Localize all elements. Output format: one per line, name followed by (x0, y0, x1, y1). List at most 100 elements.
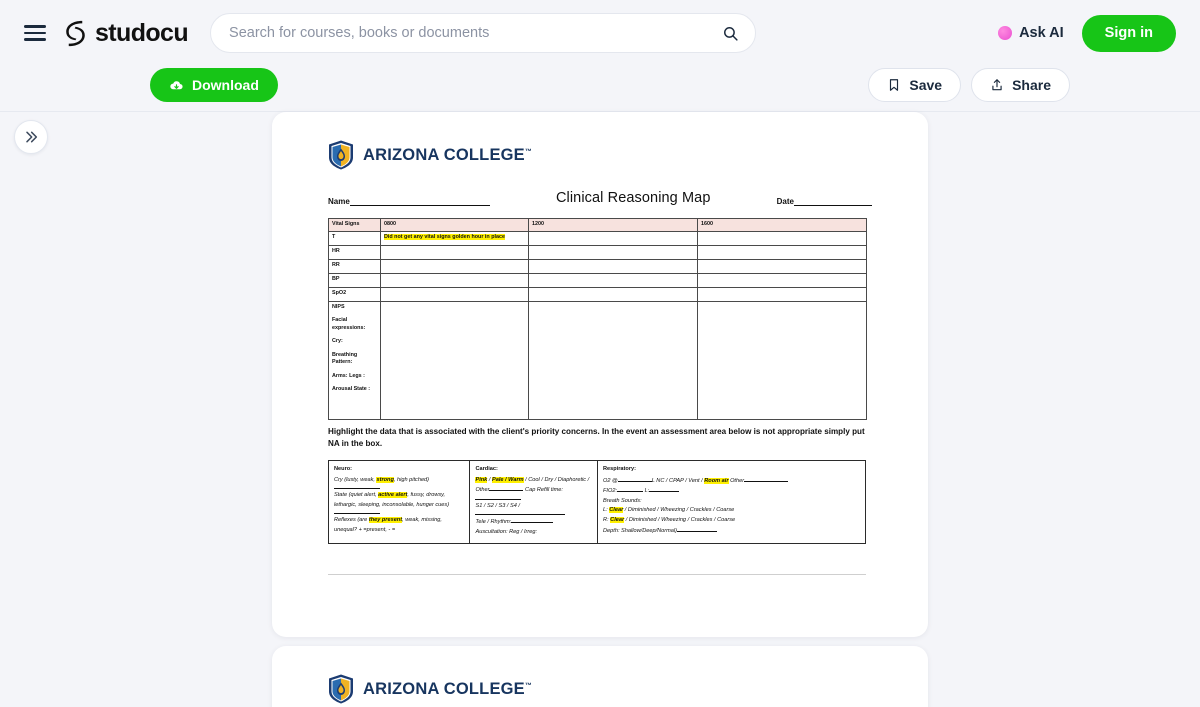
search-bar[interactable] (210, 13, 757, 53)
respiratory-room-air-highlight: Room air (704, 477, 729, 484)
ask-ai-button[interactable]: Ask AI (998, 25, 1064, 41)
save-label: Save (909, 77, 943, 93)
neuro-box: Neuro: Cry (lusty, weak, strong, high pi… (329, 460, 471, 543)
cardiac-hl-pink: Pink (475, 476, 488, 483)
studocu-logo[interactable]: studocu (62, 18, 189, 48)
name-label: Name (328, 197, 350, 206)
cardiac-other-line: Other Cap Refill time: (475, 487, 563, 494)
assessment-boxes: Neuro: Cry (lusty, weak, strong, high pi… (328, 459, 866, 544)
row-label-t: T (328, 230, 381, 246)
respiratory-left-line: L: Clear / Diminished / Wheezing / Crack… (603, 507, 735, 514)
respiratory-box: Respiratory: O2 @ L NC / CPAP / Vent / Ro… (598, 461, 865, 543)
instruction-line-1: Highlight the data that is associated wi… (328, 426, 752, 436)
hamburger-menu-icon[interactable] (24, 25, 46, 41)
cardiac-rule-2 (475, 514, 566, 516)
row-rr-1200 (528, 258, 698, 274)
shield-flame-icon (329, 674, 353, 704)
document-page-3[interactable]: ARIZONA COLLEGE™ (272, 646, 928, 707)
respiratory-fio2-line: FIO2: L: (603, 486, 860, 497)
header-actions: Ask AI Sign in (998, 14, 1176, 52)
brand-name: studocu (95, 18, 189, 47)
cardiac-perfusion-line: Pink / Pale / Warm / Cool / Dry / Diapho… (475, 476, 590, 483)
respiratory-right-highlight: Clear (610, 516, 625, 523)
neuro-cry-line: Cry (lusty, weak, strong, high pitched) (334, 476, 430, 483)
arizona-college-wordmark: ARIZONA COLLEGE™ (363, 145, 533, 164)
date-blank-line (793, 197, 872, 206)
respiratory-title: Respiratory: (603, 465, 636, 472)
respiratory-depth-line: Depth: Shallow/Deep/Normal) (603, 526, 860, 537)
row-t-1600 (697, 230, 867, 246)
neuro-state-highlight: active alert (378, 492, 408, 499)
nips-line-5: Arousal State : (332, 386, 371, 393)
table-row: T Did not get any vital signs golden hou… (328, 230, 867, 246)
page-content: ARIZONA COLLEGE™ Name Clinical Reasoning… (272, 112, 928, 575)
save-share-group: Save Share (868, 68, 1070, 102)
row-bp-1200 (528, 272, 698, 288)
respiratory-left-highlight: Clear (609, 507, 624, 514)
row-t-0800: Did not get any vital signs golden hour … (380, 230, 529, 246)
respiratory-breath-sounds-label: Breath Sounds: (603, 497, 642, 504)
row-label-bp: BP (328, 272, 381, 288)
cardiac-rule-1 (475, 498, 522, 500)
row-t-1200 (528, 230, 698, 246)
col-header-0800: 0800 (380, 218, 529, 232)
arizona-college-logo-next: ARIZONA COLLEGE™ (328, 674, 872, 704)
neuro-title: Neuro: (334, 465, 353, 472)
row-bp-0800 (380, 272, 529, 288)
nips-1200 (528, 300, 698, 420)
bookmark-icon (890, 79, 899, 91)
document-page-2[interactable]: ARIZONA COLLEGE™ Name Clinical Reasoning… (272, 112, 928, 637)
col-header-1600: 1600 (697, 218, 867, 232)
col-header-1200: 1200 (528, 218, 698, 232)
share-button[interactable]: Share (971, 68, 1070, 102)
row-rr-0800 (380, 258, 529, 274)
neuro-rule-1 (334, 488, 380, 490)
nips-0800 (380, 300, 529, 420)
search-icon[interactable] (722, 25, 739, 42)
cardiac-hl-pale-warm: Pale / Warm (491, 476, 524, 483)
col-header-vital-signs: Vital Signs (328, 218, 381, 232)
neuro-reflex-line: Reflexes (are they present, weak, missin… (334, 517, 442, 533)
download-button-label: Download (192, 77, 259, 93)
neuro-reflex-highlight: they present (368, 517, 403, 524)
shield-flame-icon (329, 140, 353, 170)
search-input[interactable] (229, 25, 715, 41)
date-label: Date (776, 197, 794, 206)
ask-ai-label: Ask AI (1019, 25, 1064, 41)
vital-signs-table: Vital Signs 0800 1200 1600 T Did not get… (328, 218, 867, 420)
share-upload-icon (992, 79, 1002, 91)
nips-line-1: Facial expressions: (332, 317, 366, 331)
arizona-college-wordmark-next: ARIZONA COLLEGE™ (363, 679, 533, 698)
cardiac-tele-line: Tele / Rhythm: (475, 517, 592, 528)
nips-line-2: Cry: (332, 338, 343, 345)
share-label: Share (1012, 77, 1051, 93)
nips-label-cell: NIPS Facial expressions: Cry: Breathing … (328, 300, 381, 420)
respiratory-o2-line: O2 @ L NC / CPAP / Vent / Room air Other (603, 476, 860, 487)
row-spo2-0800 (380, 286, 529, 302)
table-row: HR (328, 244, 867, 260)
page-content-next: ARIZONA COLLEGE™ (272, 646, 928, 704)
row-label-hr: HR (328, 244, 381, 260)
table-row: SpO2 (328, 286, 867, 302)
neuro-rule-2 (334, 513, 380, 515)
cardiac-title: Cardiac: (475, 465, 498, 472)
cardiac-box: Cardiac: Pink / Pale / Warm / Cool / Dry… (470, 460, 599, 543)
expand-sidebar-button[interactable] (14, 120, 48, 154)
nips-line-3: Breathing Pattern: (332, 351, 358, 366)
download-button[interactable]: Download (150, 68, 278, 102)
neuro-cry-highlight: strong (376, 476, 394, 483)
arizona-college-logo: ARIZONA COLLEGE™ (328, 140, 872, 170)
table-header-row: Vital Signs 0800 1200 1600 (328, 218, 867, 232)
save-button[interactable]: Save (868, 68, 962, 102)
table-row: BP (328, 272, 867, 288)
row-bp-1600 (697, 272, 867, 288)
nips-line-0: NIPS (332, 303, 345, 310)
row-hr-1200 (528, 244, 698, 260)
cardiac-auscultation-line: Auscultation: Reg / Irreg: (475, 528, 538, 535)
chevron-double-right-icon (26, 131, 38, 143)
row-label-spo2: SpO2 (328, 286, 381, 302)
sparkle-icon (998, 26, 1013, 40)
top-header: studocu Ask AI Sign in (0, 0, 1200, 66)
respiratory-right-line: R: Clear / Diminished / Wheezing / Crack… (603, 516, 736, 523)
sign-in-button[interactable]: Sign in (1081, 14, 1176, 52)
